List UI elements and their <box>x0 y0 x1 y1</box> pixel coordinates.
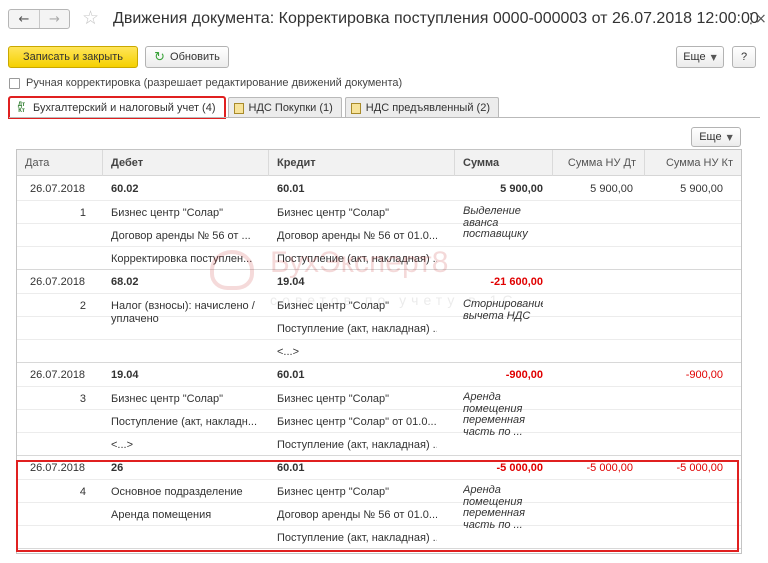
table-row[interactable]: 26.07.2018 1 60.02 Бизнес центр "Солар" … <box>17 177 741 270</box>
credit-subconto-2: Договор аренды № 56 от 01.0... <box>277 230 437 242</box>
row-sum-nu-kt: -900,00 <box>685 369 723 381</box>
debit-subconto-1: Бизнес центр "Солар" <box>111 393 224 405</box>
row-sum-nu-dt: -5 000,00 <box>586 462 633 474</box>
row-date: 26.07.2018 <box>30 462 86 474</box>
debit-subconto-2: Поступление (акт, накладн... <box>111 416 258 428</box>
more-label: Еще <box>683 51 706 63</box>
row-content: Выделение аванса поставщику <box>463 206 528 240</box>
manual-correction-checkbox[interactable] <box>9 77 20 89</box>
tab-vat-presented[interactable]: НДС предъявленный (2) <box>344 97 499 118</box>
debit-subconto-1: Бизнес центр "Солар" <box>111 207 224 219</box>
column-header-sum-nu-kt[interactable]: Сумма НУ Кт <box>645 150 741 176</box>
close-icon[interactable]: × <box>755 10 767 28</box>
row-sum-nu-kt: 5 900,00 <box>680 183 723 195</box>
row-content: Аренда помещения переменная часть по ... <box>463 485 526 531</box>
credit-account: 60.01 <box>277 369 305 381</box>
row-sum: 5 900,00 <box>500 183 543 195</box>
row-content: Аренда помещения переменная часть по ... <box>463 392 526 438</box>
credit-account: 60.01 <box>277 183 305 195</box>
tab-accounting[interactable]: Дт Кт Бухгалтерский и налоговый учет (4) <box>8 96 226 119</box>
column-header-credit[interactable]: Кредит <box>269 150 455 176</box>
row-sum-nu-dt: 5 900,00 <box>590 183 633 195</box>
row-date: 26.07.2018 <box>30 369 86 381</box>
arrow-right-icon: → <box>49 11 60 27</box>
credit-subconto-3: Поступление (акт, накладная) ... <box>277 253 437 265</box>
credit-subconto-1: Бизнес центр "Солар" <box>277 300 390 312</box>
row-number: 3 <box>79 393 86 405</box>
tab-vat-purchases[interactable]: НДС Покупки (1) <box>227 97 342 118</box>
tab-label: НДС Покупки (1) <box>248 102 333 114</box>
credit-account: 19.04 <box>277 276 305 288</box>
column-header-sum[interactable]: Сумма <box>455 150 553 176</box>
save-and-close-button[interactable]: Записать и закрыть <box>8 46 138 68</box>
tab-label: Бухгалтерский и налоговый учет (4) <box>33 102 216 114</box>
debit-account: 26 <box>111 462 124 474</box>
credit-subconto-3: Поступление (акт, накладная) ... <box>277 439 437 451</box>
credit-subconto-1: Бизнес центр "Солар" <box>277 393 390 405</box>
credit-subconto-3: Поступление (акт, накладная) ... <box>277 532 437 544</box>
row-date: 26.07.2018 <box>30 276 86 288</box>
credit-subconto-2: Договор аренды № 56 от 01.0... <box>277 509 437 521</box>
credit-subconto-3: <...> <box>277 346 300 358</box>
column-header-sum-nu-dt[interactable]: Сумма НУ Дт <box>553 150 645 176</box>
register-icon <box>350 102 361 114</box>
credit-subconto-1: Бизнес центр "Солар" <box>277 486 390 498</box>
debit-subconto-2: Аренда помещения <box>111 509 212 521</box>
tab-divider <box>9 117 760 118</box>
debit-subconto-1: Налог (взносы): начислено / уплачено <box>111 300 255 325</box>
debit-account: 19.04 <box>111 369 139 381</box>
row-content: Сторнирование вычета НДС <box>463 299 543 322</box>
row-date: 26.07.2018 <box>30 183 86 195</box>
table-header: Дата Дебет Кредит Сумма Сумма НУ Дт Сумм… <box>17 150 741 176</box>
row-number: 4 <box>79 486 86 498</box>
debit-subconto-3: Корректировка поступлен... <box>111 253 253 265</box>
debit-account: 68.02 <box>111 276 139 288</box>
column-header-date[interactable]: Дата <box>17 150 103 176</box>
debit-subconto-1: Основное подразделение <box>111 486 243 498</box>
title-bar: ← → ☆ Движения документа: Корректировка … <box>0 0 768 40</box>
nav-buttons: ← → <box>8 9 70 29</box>
debit-subconto-3: <...> <box>111 439 134 451</box>
refresh-label: Обновить <box>170 51 220 63</box>
credit-subconto-2: Бизнес центр "Солар" от 01.0... <box>277 416 437 428</box>
more-button[interactable]: Еще ▼ <box>676 46 724 68</box>
refresh-icon: ↻ <box>154 49 166 65</box>
back-button[interactable]: ← <box>9 10 39 28</box>
refresh-button[interactable]: ↻ Обновить <box>145 46 229 68</box>
credit-account: 60.01 <box>277 462 305 474</box>
arrow-left-icon: ← <box>18 11 30 27</box>
column-header-debit[interactable]: Дебет <box>103 150 269 176</box>
help-button[interactable]: ? <box>732 46 756 68</box>
row-sum-nu-kt: -5 000,00 <box>676 462 723 474</box>
manual-correction-row: Ручная корректировка (разрешает редактир… <box>9 77 402 89</box>
chevron-down-icon: ▼ <box>710 52 717 62</box>
grid-more-button[interactable]: Еще ▼ <box>691 127 741 147</box>
register-tabs: Дт Кт Бухгалтерский и налоговый учет (4) … <box>8 96 502 119</box>
row-number: 2 <box>79 300 86 312</box>
row-sum: -900,00 <box>505 369 543 381</box>
table-row[interactable]: 26.07.2018 2 68.02 Налог (взносы): начис… <box>17 270 741 363</box>
movements-table[interactable]: Дата Дебет Кредит Сумма Сумма НУ Дт Сумм… <box>16 149 742 554</box>
table-row[interactable]: 26.07.2018 4 26 Основное подразделение А… <box>17 456 741 549</box>
credit-subconto-2: Поступление (акт, накладная) ... <box>277 323 437 335</box>
chevron-down-icon: ▼ <box>726 132 733 142</box>
register-icon <box>233 102 244 114</box>
row-number: 1 <box>79 207 86 219</box>
manual-correction-label: Ручная корректировка (разрешает редактир… <box>26 77 403 89</box>
row-sum: -5 000,00 <box>496 462 543 474</box>
debit-subconto-2: Договор аренды № 56 от ... <box>111 230 251 242</box>
tab-label: НДС предъявленный (2) <box>365 102 490 114</box>
favorite-star-icon[interactable]: ☆ <box>82 7 99 29</box>
dt-kt-icon: Дт Кт <box>17 102 26 114</box>
page-title: Движения документа: Корректировка поступ… <box>113 10 759 27</box>
credit-subconto-1: Бизнес центр "Солар" <box>277 207 390 219</box>
forward-button[interactable]: → <box>38 10 69 28</box>
table-row[interactable]: 26.07.2018 3 19.04 Бизнес центр "Солар" … <box>17 363 741 456</box>
debit-account: 60.02 <box>111 183 139 195</box>
more-label: Еще <box>699 131 722 143</box>
row-sum: -21 600,00 <box>490 276 543 288</box>
